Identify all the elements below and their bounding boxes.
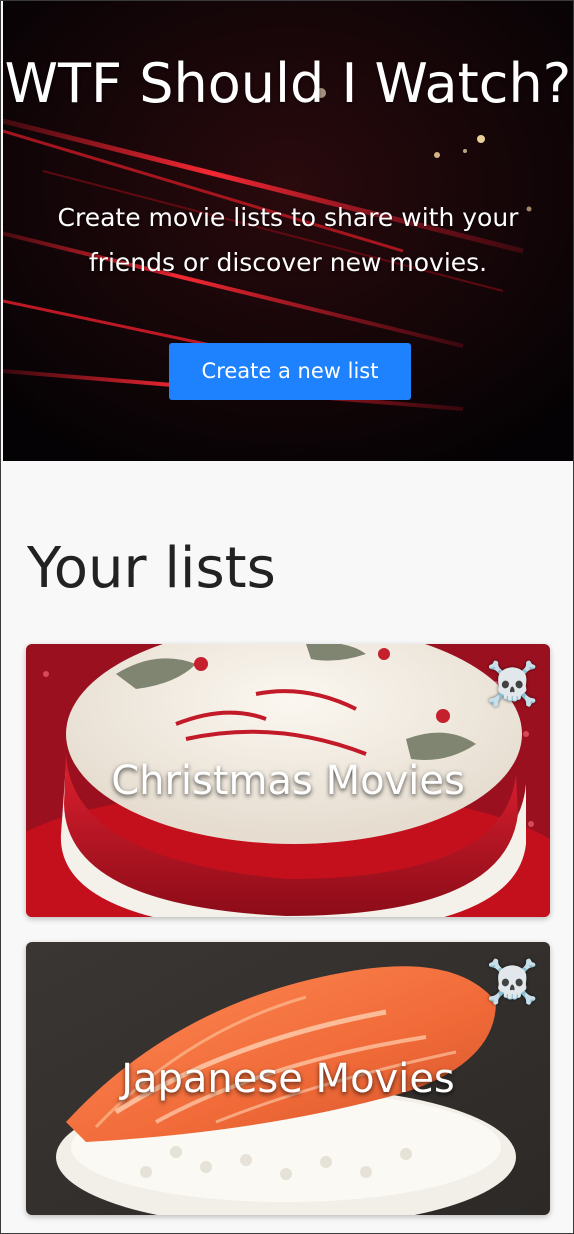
- list-card-japanese-movies[interactable]: Japanese Movies ☠️: [26, 942, 550, 1215]
- create-new-list-button[interactable]: Create a new list: [169, 343, 411, 400]
- skull-and-crossbones-icon[interactable]: ☠️: [486, 956, 538, 1008]
- hero-banner: WTF Should I Watch? Create movie lists t…: [3, 1, 573, 461]
- christmas-cake-image: [26, 644, 550, 917]
- hero-title: WTF Should I Watch?: [4, 52, 572, 115]
- skull-and-crossbones-icon[interactable]: ☠️: [486, 658, 538, 710]
- salmon-nigiri-image: [26, 942, 550, 1215]
- hero-subtitle: Create movie lists to share with your fr…: [57, 203, 519, 277]
- app-frame: WTF Should I Watch? Create movie lists t…: [0, 0, 574, 1234]
- your-lists-heading: Your lists: [27, 536, 276, 601]
- list-card-christmas-movies[interactable]: Christmas Movies ☠️: [26, 644, 550, 917]
